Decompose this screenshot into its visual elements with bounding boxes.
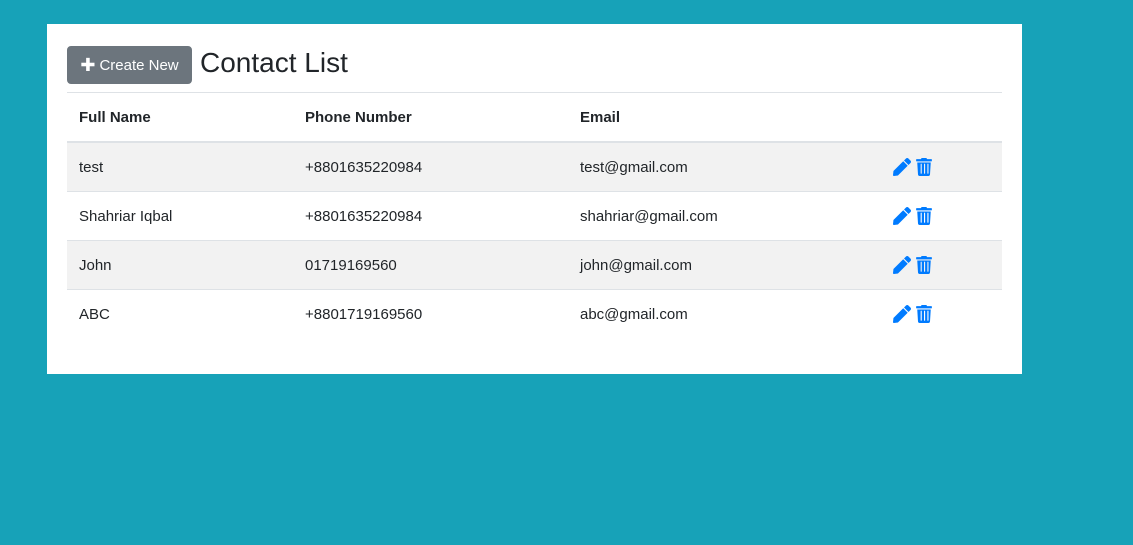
page-title: Contact List [200, 47, 348, 78]
table-row: ABC +8801719169560 abc@gmail.com [67, 289, 1002, 338]
trash-icon[interactable] [915, 256, 933, 274]
cell-email: shahriar@gmail.com [568, 191, 881, 241]
cell-full-name: ABC [67, 289, 293, 338]
table-header-row: Full Name Phone Number Email [67, 93, 1002, 143]
cell-actions [881, 141, 1002, 192]
table-row: Shahriar Iqbal +8801635220984 shahriar@g… [67, 191, 1002, 241]
cell-actions [881, 289, 1002, 338]
cell-email: abc@gmail.com [568, 289, 881, 338]
cell-full-name: Shahriar Iqbal [67, 191, 293, 241]
create-new-button[interactable]: ✚ Create New [67, 46, 192, 84]
cell-phone-number: 01719169560 [293, 240, 568, 290]
plus-icon: ✚ [80, 55, 96, 75]
trash-icon[interactable] [915, 158, 933, 176]
pencil-icon[interactable] [893, 305, 911, 323]
page-header: ✚ Create New Contact List [67, 46, 1002, 93]
pencil-icon[interactable] [893, 158, 911, 176]
column-header-email[interactable]: Email [568, 93, 881, 143]
contact-panel: ✚ Create New Contact List Full Name Phon… [47, 24, 1022, 374]
table-row: test +8801635220984 test@gmail.com [67, 141, 1002, 192]
cell-full-name: John [67, 240, 293, 290]
column-header-full-name[interactable]: Full Name [67, 93, 293, 143]
cell-email: test@gmail.com [568, 141, 881, 192]
contacts-table: Full Name Phone Number Email test +88016… [67, 93, 1002, 338]
cell-actions [881, 191, 1002, 241]
cell-full-name: test [67, 141, 293, 192]
cell-actions [881, 240, 1002, 290]
cell-phone-number: +8801719169560 [293, 289, 568, 338]
trash-icon[interactable] [915, 207, 933, 225]
cell-email: john@gmail.com [568, 240, 881, 290]
column-header-phone-number[interactable]: Phone Number [293, 93, 568, 143]
pencil-icon[interactable] [893, 256, 911, 274]
column-header-actions [881, 93, 1002, 143]
cell-phone-number: +8801635220984 [293, 191, 568, 241]
table-row: John 01719169560 john@gmail.com [67, 240, 1002, 290]
create-new-label: Create New [99, 56, 179, 74]
pencil-icon[interactable] [893, 207, 911, 225]
trash-icon[interactable] [915, 305, 933, 323]
cell-phone-number: +8801635220984 [293, 141, 568, 192]
